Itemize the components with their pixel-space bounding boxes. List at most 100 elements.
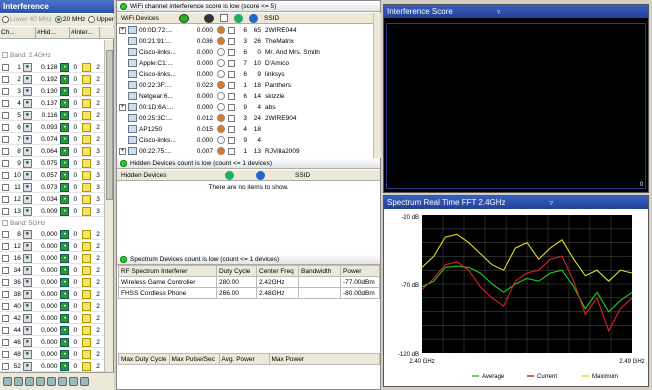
radio-circle[interactable]	[88, 16, 96, 24]
row-checkbox[interactable]	[2, 266, 9, 274]
row-checkbox[interactable]	[2, 338, 9, 346]
channel-row[interactable]: 3 ● 0.130 • 0 2	[0, 86, 105, 97]
device-checkbox[interactable]	[228, 81, 235, 89]
channel-row[interactable]: 11 ● 0.073 • 0 3	[0, 182, 105, 193]
spectrum-header-freq[interactable]: Center Freq	[256, 265, 299, 277]
channel-row[interactable]: 44 ● 0.000 • 0 2	[0, 325, 105, 336]
channel-row[interactable]: 1 ● 0.128 • 0 2	[0, 62, 105, 73]
channel-row[interactable]: 12 ● 0.000 • 0 2	[0, 241, 105, 252]
row-checkbox[interactable]	[2, 147, 9, 155]
channel-row[interactable]: 36 ● 0.000 • 0 2	[0, 277, 105, 288]
toolbar-bars-icon[interactable]	[69, 377, 78, 386]
row-checkbox[interactable]	[2, 362, 9, 370]
channel-row[interactable]: 7 ● 0.074 • 0 2	[0, 134, 105, 145]
radio-option[interactable]: Lower 40 MHz	[2, 16, 52, 24]
wifi-device-row[interactable]: 00:22:3F:... 0.023 1 18 Panthers	[117, 80, 374, 90]
channel-row[interactable]: 9 ● 0.075 • 0 3	[0, 158, 105, 169]
expand-icon[interactable]: +	[119, 147, 126, 155]
row-checkbox[interactable]	[2, 254, 9, 262]
row-checkbox[interactable]	[2, 159, 9, 167]
toolbar-list-icon[interactable]	[80, 377, 89, 386]
row-checkbox[interactable]	[2, 350, 9, 358]
channel-row[interactable]: 5 ● 0.116 • 0 2	[0, 110, 105, 121]
wifi-device-row[interactable]: Netgear:6... 0.000 6 14 skizzle	[117, 91, 374, 101]
device-checkbox[interactable]	[228, 37, 235, 45]
expand-icon[interactable]: +	[119, 103, 126, 111]
scroll-thumb[interactable]	[106, 50, 113, 200]
row-checkbox[interactable]	[2, 111, 9, 119]
row-checkbox[interactable]	[2, 314, 9, 322]
channel-row[interactable]: 42 ● 0.000 • 0 2	[0, 313, 105, 324]
channel-row[interactable]: 52 ● 0.000 • 0 2	[0, 361, 105, 372]
detail-header-avg[interactable]: Avg. Power	[218, 353, 270, 365]
radio-circle[interactable]	[54, 16, 62, 24]
device-checkbox[interactable]	[228, 92, 235, 100]
device-checkbox[interactable]	[228, 59, 235, 67]
header-wifi-devices[interactable]: WiFi Devices	[117, 15, 177, 22]
wifi-device-row[interactable]: +00:0D:72:... 0.000 6 65 2WIRE044	[117, 25, 374, 35]
channel-row[interactable]: 12 ● 0.034 • 0 3	[0, 194, 105, 205]
toolbar-chart-icon[interactable]	[14, 377, 23, 386]
toolbar-shield-icon[interactable]	[47, 377, 56, 386]
radio-option[interactable]: Upper 4	[88, 16, 114, 24]
device-checkbox[interactable]	[228, 125, 235, 133]
channel-row[interactable]: 10 ● 0.057 • 0 3	[0, 170, 105, 181]
toolbar-tools-icon[interactable]	[36, 377, 45, 386]
channel-scrollbar[interactable]	[104, 40, 113, 372]
row-checkbox[interactable]	[2, 302, 9, 310]
device-checkbox[interactable]	[228, 114, 235, 122]
wifi-scrollbar[interactable]	[373, 13, 381, 158]
spectrum-device-row[interactable]: Wireless Game Controller 280.00 2.42GHz -77…	[118, 276, 380, 288]
row-checkbox[interactable]	[2, 242, 9, 250]
wifi-device-row[interactable]: Cisco-links... 0.000 9 4	[117, 135, 374, 145]
header-channel[interactable]: Ch...	[0, 27, 36, 38]
score-dropdown-icon[interactable]: ▿	[497, 8, 501, 16]
wifi-device-row[interactable]: +00:1D:6A:... 0.000 9 4 abs	[117, 102, 374, 112]
device-checkbox[interactable]	[228, 26, 235, 34]
row-checkbox[interactable]	[2, 207, 9, 215]
header-hidden[interactable]: #Hid...	[36, 27, 70, 38]
row-checkbox[interactable]	[2, 135, 9, 143]
wifi-device-row[interactable]: Apple:C1:... 0.000 7 10 D'Amico	[117, 58, 374, 68]
radio-option[interactable]: 20 MHz	[54, 16, 85, 24]
channel-row[interactable]: 6 ● 0.093 • 0 2	[0, 122, 105, 133]
header-hidden-devices[interactable]: Hidden Devices	[117, 172, 225, 179]
toolbar-refresh-icon[interactable]	[25, 377, 34, 386]
row-checkbox[interactable]	[2, 230, 9, 238]
channel-row[interactable]: 8 ● 0.000 • 0 2	[0, 229, 105, 240]
row-checkbox[interactable]	[2, 87, 9, 95]
detail-header-duty[interactable]: Max Duty Cycle	[118, 353, 170, 365]
wifi-device-row[interactable]: Cisco-links... 0.000 6 0 Mr. And Mrs. Smith	[117, 47, 374, 57]
detail-header-pulse[interactable]: Max Pulse/Sec	[168, 353, 220, 365]
channel-row[interactable]: 13 ● 0.009 • 0 3	[0, 206, 105, 217]
channel-row[interactable]: 8 ● 0.064 • 0 3	[0, 146, 105, 157]
spectrum-header-interferer[interactable]: RF Spectrum Interferer	[118, 265, 217, 277]
channel-row[interactable]: 2 ● 0.192 • 0 2	[0, 74, 105, 85]
device-checkbox[interactable]	[228, 48, 235, 56]
channel-row[interactable]: 46 ● 0.000 • 0 2	[0, 337, 105, 348]
expand-icon[interactable]: +	[119, 26, 126, 34]
hidden-header-ssid[interactable]: SSID	[265, 172, 310, 179]
device-checkbox[interactable]	[228, 136, 235, 144]
channel-row[interactable]: 34 ● 0.000 • 0 2	[0, 265, 105, 276]
device-checkbox[interactable]	[228, 70, 235, 78]
toolbar-home-icon[interactable]	[3, 377, 12, 386]
radio-circle[interactable]	[2, 16, 9, 24]
wifi-device-row[interactable]: AP1250 0.015 4 18	[117, 124, 374, 134]
row-checkbox[interactable]	[2, 326, 9, 334]
device-checkbox[interactable]	[228, 147, 235, 155]
row-checkbox[interactable]	[2, 171, 9, 179]
channel-row[interactable]: 4 ● 0.137 • 0 2	[0, 98, 105, 109]
toolbar-user-icon[interactable]	[58, 377, 67, 386]
row-checkbox[interactable]	[2, 183, 9, 191]
spectrum-header-bandwidth[interactable]: Bandwidth	[298, 265, 341, 277]
header-checkbox[interactable]	[220, 14, 228, 22]
channel-row[interactable]: 16 ● 0.000 • 0 2	[0, 253, 105, 264]
fft-dropdown-icon[interactable]: ▿	[550, 199, 554, 207]
row-checkbox[interactable]	[2, 75, 9, 83]
header-ssid[interactable]: SSID	[258, 15, 279, 22]
wifi-device-row[interactable]: Cisco-links... 0.000 6 9 linksys	[117, 69, 374, 79]
header-interferers[interactable]: #Inter...	[70, 27, 100, 38]
row-checkbox[interactable]	[2, 123, 9, 131]
spectrum-header-power[interactable]: Power	[340, 265, 380, 277]
